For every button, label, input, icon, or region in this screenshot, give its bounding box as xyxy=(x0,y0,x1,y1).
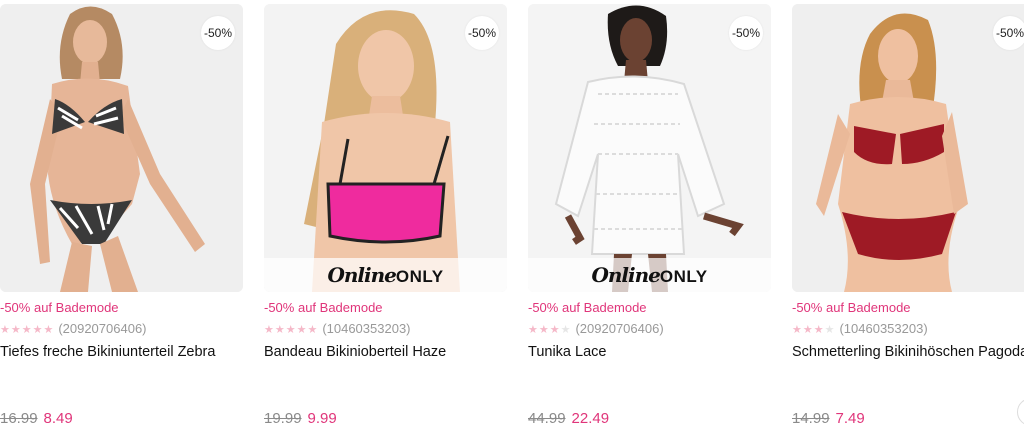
discount-badge: -50% xyxy=(729,16,763,50)
product-card[interactable]: -50% -50% auf Bademode ★★★★★ (20920706406… xyxy=(0,0,243,431)
product-image[interactable]: -50% OnlineONLY xyxy=(264,4,507,292)
rating-count: (10460353203) xyxy=(322,321,411,336)
online-only-banner: OnlineONLY xyxy=(264,258,507,292)
product-card[interactable]: -50% -50% auf Bademode ★★★★ (10460353203)… xyxy=(792,0,1024,431)
product-image[interactable]: -50% xyxy=(0,4,243,292)
product-grid: -50% -50% auf Bademode ★★★★★ (20920706406… xyxy=(0,0,1024,431)
old-price: 16.99 xyxy=(0,410,38,427)
promo-label[interactable]: -50% auf Bademode xyxy=(264,300,383,315)
product-card[interactable]: -50% OnlineONLY -50% auf Bademode ★★★★★(… xyxy=(264,0,507,431)
star-rating-icon: ★★★★ xyxy=(792,324,836,336)
rating: ★★★★★ (20920706406) xyxy=(0,321,147,336)
old-price: 19.99 xyxy=(264,410,302,427)
promo-label[interactable]: -50% auf Bademode xyxy=(528,300,647,315)
discount-badge: -50% xyxy=(465,16,499,50)
star-rating-icon: ★★★★ xyxy=(528,324,572,336)
model-zebra-bikini-image xyxy=(0,4,243,292)
old-price: 14.99 xyxy=(792,410,830,427)
model-red-bikini-image xyxy=(792,4,1024,292)
sale-price: 22.49 xyxy=(571,410,610,427)
model-white-lace-tunic-image xyxy=(528,4,771,292)
rating: ★★★★★ (10460353203) xyxy=(264,321,411,336)
product-name[interactable]: Bandeau Bikinioberteil Haze xyxy=(264,344,507,361)
old-price: 44.99 xyxy=(528,410,566,427)
chevron-right-icon[interactable]: › xyxy=(1017,398,1024,426)
model-pink-bandeau-image xyxy=(264,4,507,292)
rating-count: (20920706406) xyxy=(58,321,147,336)
star-rating-icon: ★★★★★ xyxy=(0,324,55,336)
sale-price: 8.49 xyxy=(43,410,73,427)
star-rating-icon: ★★★★★ xyxy=(264,324,319,336)
sale-price: 7.49 xyxy=(835,410,865,427)
promo-label[interactable]: -50% auf Bademode xyxy=(0,300,119,315)
product-image[interactable]: -50% OnlineONLY xyxy=(528,4,771,292)
rating: ★★★★ (10460353203) xyxy=(792,321,928,336)
sale-price: 9.99 xyxy=(307,410,337,427)
discount-badge: -50% xyxy=(993,16,1024,50)
rating: ★★★★ (20920706406) xyxy=(528,321,664,336)
product-name[interactable]: Schmetterling Bikinihöschen Pagoda xyxy=(792,344,1024,361)
rating-count: (10460353203) xyxy=(839,321,928,336)
price: 44.99 22.49 xyxy=(528,410,609,427)
product-image[interactable]: -50% xyxy=(792,4,1024,292)
discount-badge: -50% xyxy=(201,16,235,50)
price: 14.99 7.49 xyxy=(792,410,865,427)
product-name[interactable]: Tiefes freche Bikiniunterteil Zebra xyxy=(0,344,243,361)
product-name[interactable]: Tunika Lace xyxy=(528,344,771,361)
product-card[interactable]: -50% OnlineONLY -50% auf Bademode ★★★★ (2… xyxy=(528,0,771,431)
price: 16.99 8.49 xyxy=(0,410,73,427)
online-only-banner: OnlineONLY xyxy=(528,258,771,292)
rating-count: (20920706406) xyxy=(575,321,664,336)
promo-label[interactable]: -50% auf Bademode xyxy=(792,300,911,315)
price: 19.99 9.99 xyxy=(264,410,337,427)
